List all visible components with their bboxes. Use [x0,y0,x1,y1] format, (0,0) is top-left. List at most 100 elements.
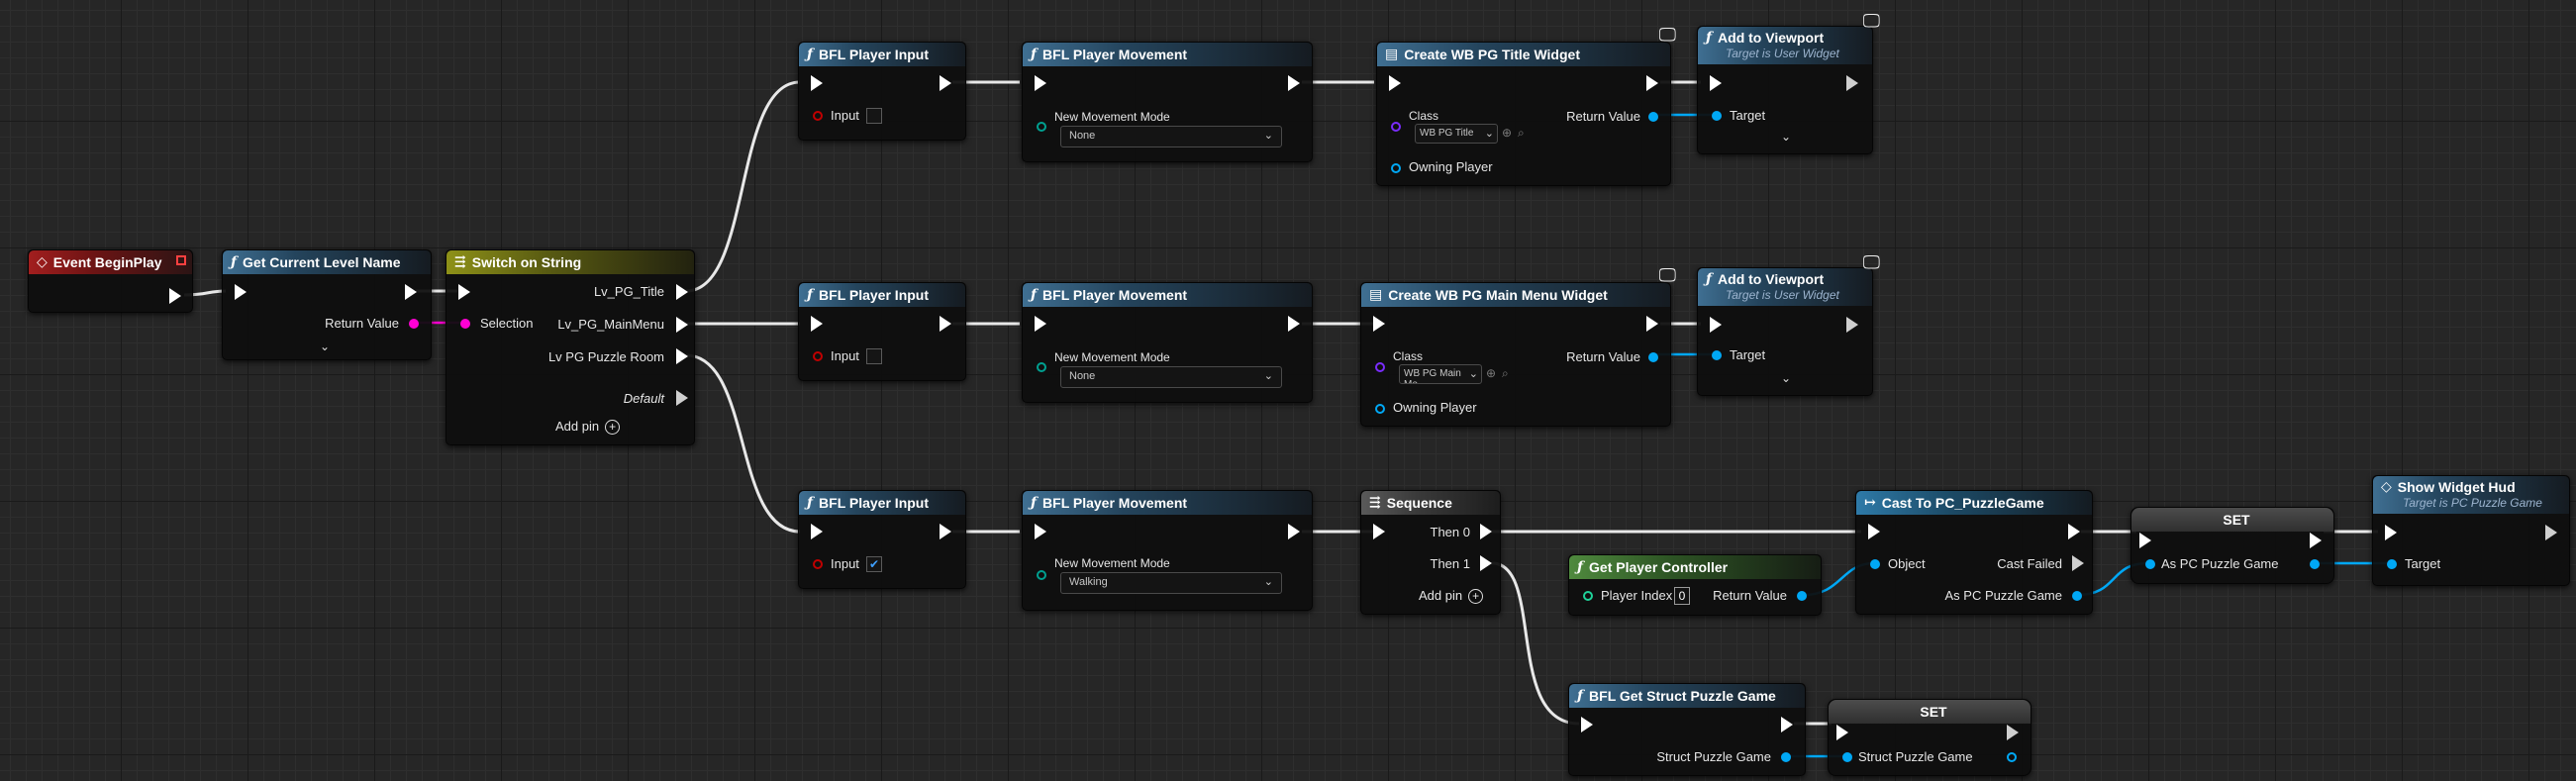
exec-out-pin[interactable] [2310,533,2322,548]
exec-out-pin[interactable] [169,288,181,304]
use-selected-icon[interactable]: ⊕ [1502,126,1512,140]
value-out-pin[interactable] [2007,752,2017,762]
movement-mode-pin[interactable] [1037,362,1046,372]
owning-player-pin[interactable] [1391,163,1401,173]
exec-in-pin[interactable] [2139,533,2151,548]
exec-out-pin[interactable] [1288,316,1300,332]
input-checkbox[interactable] [866,348,882,364]
exec-out-pin[interactable] [1846,317,1858,333]
delegate-pin[interactable] [176,255,186,265]
get-player-controller-node[interactable]: ƒ Get Player Controller Player Index 0 Re… [1568,554,1822,616]
movement-mode-dropdown[interactable]: None ⌄ [1060,126,1282,147]
selection-pin[interactable] [460,319,470,329]
browse-icon[interactable]: ⌕ [1502,366,1509,381]
add-to-viewport-node[interactable]: ƒ Add to Viewport Target is User Widget 🖵… [1697,252,1880,396]
class-pin[interactable] [1391,122,1401,132]
exec-out-pin[interactable] [676,348,688,364]
exec-out-pin[interactable] [2068,524,2080,539]
input-checkbox[interactable] [866,108,882,124]
exec-in-pin[interactable] [1868,524,1880,539]
use-selected-icon[interactable]: ⊕ [1486,366,1496,380]
create-widget-node[interactable]: ▤ Create WB PG Main Menu Widget 🖵 Class W… [1360,265,1676,427]
sequence-node[interactable]: ⇶ Sequence Then 0 Then 1 Add pin + [1360,490,1501,615]
bfl-player-input-node[interactable]: ƒ BFL Player Input Input [798,282,966,381]
chevron-down-icon[interactable]: ⌄ [1781,130,1791,144]
switch-on-string-node[interactable]: ⇶ Switch on String Selection Lv_PG_Title… [446,249,695,445]
exec-in-pin[interactable] [1836,725,1848,740]
show-widget-hud-node[interactable]: ◇ Show Widget Hud Target is PC Puzzle Gam… [2372,475,2570,586]
chevron-down-icon[interactable]: ⌄ [320,340,330,353]
add-pin-button[interactable]: Add pin + [1419,588,1484,605]
exec-in-pin[interactable] [1710,317,1722,333]
input-bool-pin[interactable] [813,559,823,569]
bfl-player-movement-node[interactable]: ƒ BFL Player Movement New Movement Mode N… [1022,282,1313,403]
bfl-player-input-node[interactable]: ƒ BFL Player Input Input [798,42,966,141]
get-current-level-name-node[interactable]: ƒ Get Current Level Name Return Value ⌄ [222,249,432,360]
exec-out-pin[interactable] [2007,725,2019,740]
movement-mode-pin[interactable] [1037,122,1046,132]
as-pc-puzzle-game-pin[interactable] [2072,591,2082,601]
exec-out-pin[interactable] [2072,555,2084,571]
exec-out-pin[interactable] [405,284,417,300]
class-dropdown[interactable]: WB PG Title ⌄ [1415,124,1498,144]
exec-in-pin[interactable] [1373,524,1385,539]
player-index-input[interactable]: 0 [1674,587,1690,605]
return-value-pin[interactable] [1648,112,1658,122]
exec-out-pin[interactable] [1646,316,1658,332]
return-value-pin[interactable] [409,319,419,329]
class-pin[interactable] [1375,362,1385,372]
bfl-player-movement-node[interactable]: ƒ BFL Player Movement New Movement Mode W… [1022,490,1313,611]
movement-mode-dropdown[interactable]: None ⌄ [1060,366,1282,388]
movement-mode-pin[interactable] [1037,570,1046,580]
target-pin[interactable] [1712,111,1722,121]
value-in-pin[interactable] [1842,752,1852,762]
exec-in-pin[interactable] [1373,316,1385,332]
set-variable-node[interactable]: SET As PC Puzzle Game [2130,507,2334,584]
value-in-pin[interactable] [2145,559,2155,569]
owning-player-pin[interactable] [1375,404,1385,414]
add-pin-button[interactable]: Add pin + [555,419,621,436]
exec-out-pin[interactable] [1288,524,1300,539]
exec-in-pin[interactable] [458,284,470,300]
exec-in-pin[interactable] [1389,75,1401,91]
exec-in-pin[interactable] [1581,717,1593,732]
exec-in-pin[interactable] [1035,75,1046,91]
exec-in-pin[interactable] [811,316,823,332]
target-pin[interactable] [1712,350,1722,360]
exec-out-pin[interactable] [1480,524,1492,539]
exec-in-pin[interactable] [2385,525,2397,540]
bfl-player-movement-node[interactable]: ƒ BFL Player Movement New Movement Mode N… [1022,42,1313,162]
player-index-pin[interactable] [1583,591,1593,601]
add-to-viewport-node[interactable]: ƒ Add to Viewport Target is User Widget 🖵… [1697,11,1880,154]
input-bool-pin[interactable] [813,351,823,361]
create-widget-node[interactable]: ▤ Create WB PG Title Widget 🖵 Class WB PG… [1376,25,1676,186]
bfl-get-struct-puzzle-game-node[interactable]: ƒ BFL Get Struct Puzzle Game Struct Puzzl… [1568,683,1806,776]
exec-out-pin[interactable] [1646,75,1658,91]
exec-out-pin[interactable] [1480,555,1492,571]
exec-out-pin[interactable] [940,524,951,539]
exec-out-pin[interactable] [2545,525,2557,540]
movement-mode-dropdown[interactable]: Walking ⌄ [1060,572,1282,594]
exec-out-pin[interactable] [1781,717,1793,732]
exec-in-pin[interactable] [811,75,823,91]
event-beginplay-node[interactable]: ◇ Event BeginPlay [28,249,193,313]
input-checkbox[interactable]: ✔ [866,556,882,572]
exec-in-pin[interactable] [1710,75,1722,91]
set-variable-node[interactable]: SET Struct Puzzle Game [1828,699,2031,776]
cast-to-pc-puzzlegame-node[interactable]: ↦ Cast To PC_PuzzleGame Object Cast Faile… [1855,490,2093,615]
browse-icon[interactable]: ⌕ [1518,126,1525,141]
struct-out-pin[interactable] [1781,752,1791,762]
object-pin[interactable] [1870,559,1880,569]
target-pin[interactable] [2387,559,2397,569]
return-value-pin[interactable] [1648,352,1658,362]
exec-in-pin[interactable] [811,524,823,539]
bfl-player-input-node[interactable]: ƒ BFL Player Input Input ✔ [798,490,966,589]
exec-out-pin[interactable] [676,317,688,333]
input-bool-pin[interactable] [813,111,823,121]
exec-in-pin[interactable] [235,284,247,300]
exec-out-pin[interactable] [676,284,688,300]
exec-out-pin[interactable] [940,75,951,91]
class-dropdown[interactable]: WB PG Main Me ⌄ [1399,364,1482,384]
value-out-pin[interactable] [2310,559,2320,569]
exec-out-pin[interactable] [940,316,951,332]
